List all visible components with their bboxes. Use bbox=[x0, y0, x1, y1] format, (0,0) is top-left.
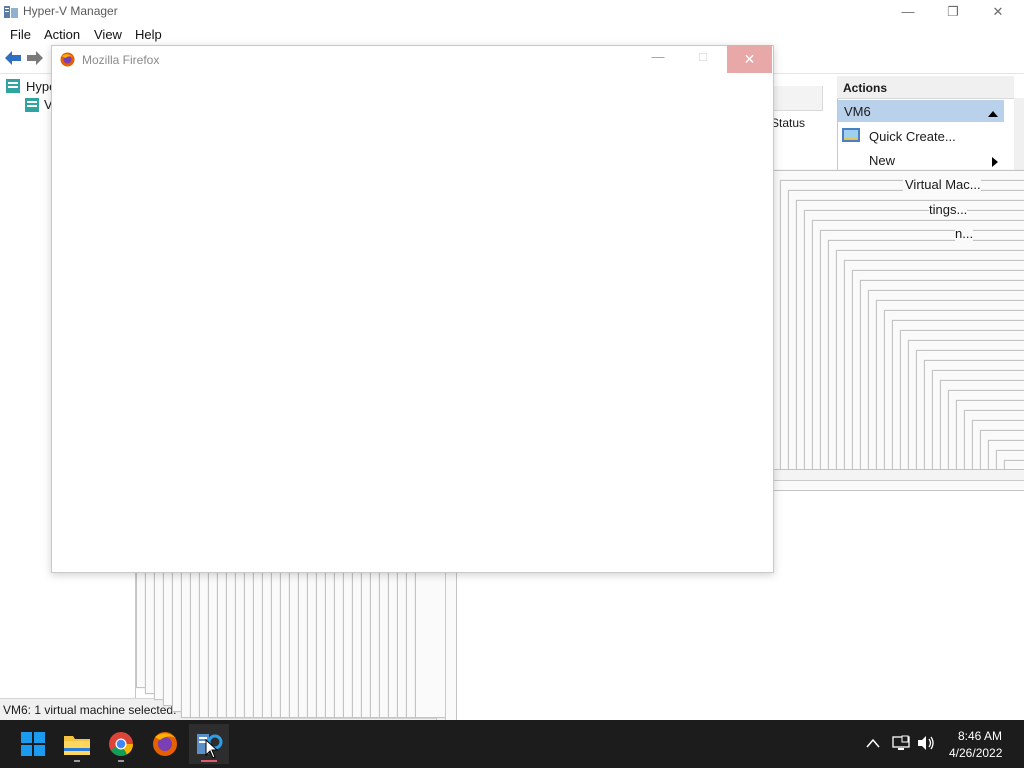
action-settings[interactable]: tings... bbox=[929, 202, 968, 217]
firefox-maximize-button[interactable]: □ bbox=[690, 49, 716, 69]
menu-action[interactable]: Action bbox=[44, 27, 80, 42]
volume-icon[interactable] bbox=[917, 735, 935, 751]
firefox-title: Mozilla Firefox bbox=[82, 53, 160, 67]
firefox-icon bbox=[60, 52, 75, 67]
quick-create-icon bbox=[842, 128, 860, 142]
firefox-taskbar-icon[interactable] bbox=[149, 728, 181, 760]
running-indicator bbox=[118, 760, 124, 762]
windows-start-icon[interactable] bbox=[17, 728, 49, 760]
window-title: Hyper-V Manager bbox=[23, 4, 118, 18]
action-item-partial[interactable]: n... bbox=[955, 226, 974, 241]
actions-section-label: VM6 bbox=[844, 104, 871, 119]
clock-time[interactable]: 8:46 AM bbox=[958, 729, 1002, 743]
menu-help[interactable]: Help bbox=[135, 27, 162, 42]
active-indicator bbox=[201, 760, 217, 762]
column-header-bar bbox=[772, 86, 823, 111]
clock-date[interactable]: 4/26/2022 bbox=[949, 746, 1002, 760]
chrome-icon[interactable] bbox=[105, 728, 137, 760]
status-text: VM6: 1 virtual machine selected. bbox=[3, 703, 177, 717]
menu-view[interactable]: View bbox=[94, 27, 122, 42]
actions-title: Actions bbox=[843, 81, 888, 95]
firefox-window[interactable] bbox=[51, 45, 774, 573]
action-quick-create[interactable]: Quick Create... bbox=[869, 129, 956, 144]
hyperv-titlebar bbox=[0, 0, 1024, 23]
action-new[interactable]: New bbox=[869, 153, 895, 168]
chevron-up-icon[interactable] bbox=[865, 736, 881, 750]
server-icon bbox=[24, 97, 40, 113]
restore-button[interactable]: ❐ bbox=[930, 0, 976, 23]
file-explorer-icon[interactable] bbox=[61, 728, 93, 760]
back-arrow-icon[interactable] bbox=[4, 50, 22, 66]
collapse-arrow-icon[interactable] bbox=[988, 106, 998, 117]
running-indicator bbox=[74, 760, 80, 762]
hyperv-app-icon bbox=[3, 4, 19, 20]
menu-file[interactable]: File bbox=[10, 27, 31, 42]
firefox-close-button[interactable]: ✕ bbox=[727, 45, 772, 73]
column-header-status[interactable]: Status bbox=[771, 116, 805, 130]
minimize-button[interactable]: — bbox=[885, 0, 931, 23]
submenu-arrow-icon bbox=[992, 155, 998, 167]
firefox-minimize-button[interactable]: — bbox=[645, 49, 671, 69]
forward-arrow-icon[interactable] bbox=[26, 50, 44, 66]
close-button[interactable]: ✕ bbox=[975, 0, 1021, 23]
network-icon[interactable] bbox=[892, 735, 910, 751]
mouse-cursor bbox=[205, 738, 219, 759]
action-virtual-machine[interactable]: Virtual Mac... bbox=[903, 177, 981, 192]
server-icon bbox=[5, 78, 21, 94]
